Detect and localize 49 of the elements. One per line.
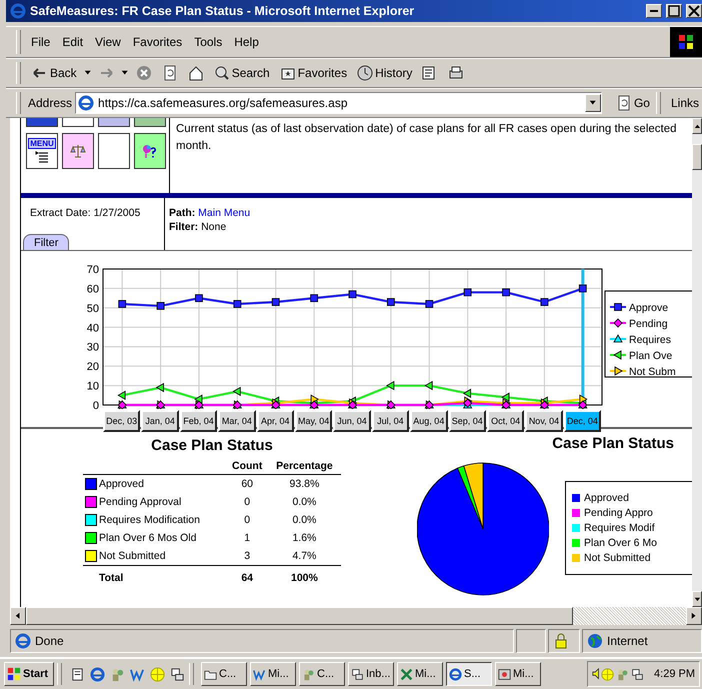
y-tick-label: 20 bbox=[86, 361, 99, 374]
percentage-cell-text: 1.6% bbox=[291, 531, 318, 546]
total-label: Total bbox=[83, 566, 226, 590]
total-count: 64 bbox=[226, 566, 268, 590]
count-cell-text: 0 bbox=[243, 513, 252, 528]
path-line: Path: Main Menu bbox=[169, 207, 250, 219]
column-header: Count bbox=[226, 458, 268, 474]
count-cell-text: 0 bbox=[243, 495, 252, 510]
status-label: Approved bbox=[99, 478, 144, 490]
status-text: Done bbox=[35, 634, 64, 648]
zone-text: Internet bbox=[607, 634, 648, 648]
status-label: Pending Approval bbox=[99, 496, 182, 508]
legend-label: Approved bbox=[584, 492, 629, 504]
y-tick-label: 30 bbox=[86, 342, 99, 354]
count-cell: 60 bbox=[226, 474, 268, 493]
percentage-cell-text: 0.0% bbox=[291, 495, 318, 510]
y-tick-label: 70 bbox=[86, 264, 99, 276]
status-label: Requires Modification bbox=[99, 514, 200, 526]
percentage-cell-text: 0.0% bbox=[291, 513, 318, 528]
percentage-cell: 4.7% bbox=[268, 547, 341, 566]
filter-line: Filter: None bbox=[169, 221, 228, 233]
total-percentage: 100% bbox=[268, 566, 341, 590]
legend-label: Not Submitted bbox=[584, 552, 651, 564]
address-label: Address bbox=[28, 96, 72, 110]
y-tick-label: 0 bbox=[92, 400, 99, 409]
status-label: Not Submitted bbox=[99, 550, 166, 562]
legend-label: Plan Ove bbox=[629, 350, 672, 362]
legend-label: Requires bbox=[629, 334, 672, 346]
y-tick-label: 10 bbox=[86, 380, 99, 393]
legend-label: Approve bbox=[629, 302, 668, 314]
clock: 4:29 PM bbox=[654, 668, 695, 680]
legend-label: Pending bbox=[629, 318, 668, 330]
page-description: Current status (as of last observation date) of case plans for all FR cases open during the selected month. bbox=[175, 122, 678, 154]
legend-label: Not Subm bbox=[629, 366, 676, 378]
y-tick-label: 60 bbox=[86, 283, 99, 296]
table-title: Case Plan Status bbox=[150, 437, 274, 454]
column-header: Percentage bbox=[268, 458, 341, 474]
y-tick-label: 40 bbox=[86, 322, 99, 334]
pie-title: Case Plan Status bbox=[552, 435, 674, 452]
status-label: Plan Over 6 Mos Old bbox=[99, 532, 196, 544]
count-cell-text: 1 bbox=[243, 531, 252, 546]
legend-label: Pending Appro bbox=[584, 507, 653, 519]
window-title: SafeMeasures: FR Case Plan Status - Microsoft Internet Explorer bbox=[30, 4, 416, 18]
percentage-cell: 93.8% bbox=[268, 474, 341, 493]
y-tick-label: 50 bbox=[86, 302, 99, 315]
legend-label: Plan Over 6 Mo bbox=[584, 537, 657, 549]
extract-date: Extract Date: 1/27/2005 bbox=[29, 206, 142, 219]
count-cell: 3 bbox=[226, 547, 268, 566]
legend-label: Requires Modif bbox=[584, 522, 655, 534]
